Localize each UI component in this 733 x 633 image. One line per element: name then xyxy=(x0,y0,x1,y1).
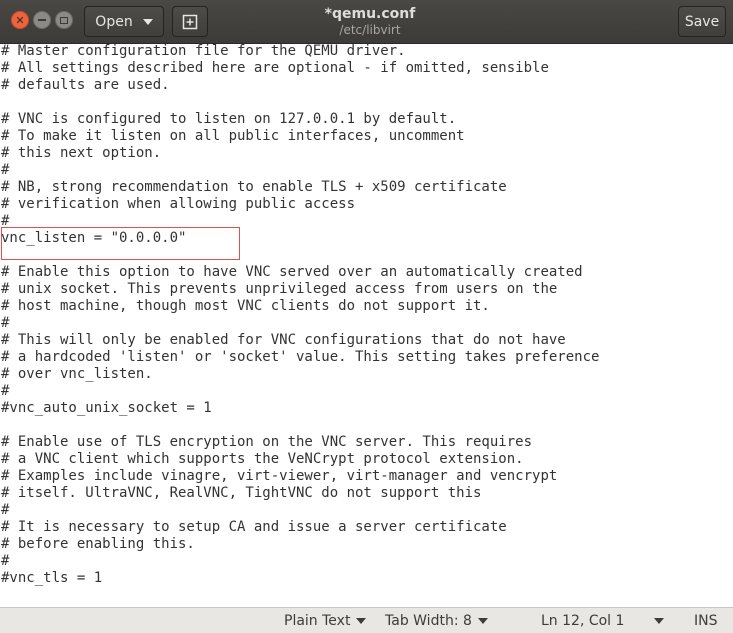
cursor-position-menu-button[interactable] xyxy=(654,608,664,633)
header-bar: ✕ Open *qemu.conf /etc/libvirt Save xyxy=(0,0,733,44)
minimize-window-button[interactable] xyxy=(33,11,51,29)
window-title: *qemu.conf xyxy=(324,6,416,22)
minimize-icon xyxy=(38,19,46,21)
editor-line: # before enabling this. xyxy=(1,536,195,552)
editor-line: # VNC is configured to listen on 127.0.0… xyxy=(1,111,457,127)
editor-line: # To make it listen on all public interf… xyxy=(1,128,465,144)
maximize-icon xyxy=(60,16,68,24)
window-title-area: *qemu.conf /etc/libvirt xyxy=(250,6,490,37)
editor-line: # unix socket. This prevents unprivilege… xyxy=(1,281,558,297)
editor-line: # All settings described here are option… xyxy=(1,60,549,76)
close-icon: ✕ xyxy=(15,13,25,27)
annotation-highlight-box xyxy=(1,227,240,260)
open-button-label: Open xyxy=(95,13,133,30)
chevron-down-icon xyxy=(654,618,664,624)
cursor-position[interactable]: Ln 12, Col 1 xyxy=(541,608,624,633)
editor-line: # itself. UltraVNC, RealVNC, TightVNC do… xyxy=(1,485,482,501)
save-button[interactable]: Save xyxy=(678,6,726,37)
tab-width-label: Tab Width: 8 xyxy=(385,613,472,629)
editor-line: # Examples include vinagre, virt-viewer,… xyxy=(1,468,558,484)
text-editor[interactable]: # Master configuration file for the QEMU… xyxy=(0,44,733,607)
editor-line: # xyxy=(1,162,10,178)
editor-line: # Master configuration file for the QEMU… xyxy=(1,44,406,59)
chevron-down-icon xyxy=(142,18,153,25)
editor-line: #vnc_tls = 1 xyxy=(1,570,103,586)
editor-line: # host machine, though most VNC clients … xyxy=(1,298,490,314)
editor-line: # Enable use of TLS encryption on the VN… xyxy=(1,434,533,450)
editor-line: #vnc_auto_unix_socket = 1 xyxy=(1,400,212,416)
chevron-down-icon xyxy=(477,618,488,624)
language-label: Plain Text xyxy=(284,613,351,629)
close-window-button[interactable]: ✕ xyxy=(11,11,29,29)
insert-mode-label: INS xyxy=(694,613,718,629)
language-selector[interactable]: Plain Text xyxy=(284,608,367,633)
editor-line: # defaults are used. xyxy=(1,77,170,93)
chevron-down-icon xyxy=(356,618,367,624)
editor-line: # Enable this option to have VNC served … xyxy=(1,264,583,280)
editor-line: # xyxy=(1,553,10,569)
window-subtitle: /etc/libvirt xyxy=(339,23,401,37)
editor-line: # xyxy=(1,315,10,331)
editor-line: # verification when allowing public acce… xyxy=(1,196,356,212)
tab-width-selector[interactable]: Tab Width: 8 xyxy=(385,608,488,633)
editor-line: # This will only be enabled for VNC conf… xyxy=(1,332,566,348)
editor-line: # a hardcoded 'listen' or 'socket' value… xyxy=(1,349,600,365)
insert-mode-indicator[interactable]: INS xyxy=(694,608,718,633)
editor-line: # xyxy=(1,502,10,518)
cursor-position-label: Ln 12, Col 1 xyxy=(541,613,625,629)
maximize-window-button[interactable] xyxy=(55,11,73,29)
editor-line: # this next option. xyxy=(1,145,162,161)
editor-line: # a VNC client which supports the VeNCry… xyxy=(1,451,524,467)
editor-line: # over vnc_listen. xyxy=(1,366,153,382)
editor-line: # It is necessary to setup CA and issue … xyxy=(1,519,507,535)
open-button[interactable]: Open xyxy=(84,6,164,37)
save-button-label: Save xyxy=(684,13,720,30)
editor-line: # xyxy=(1,383,10,399)
editor-line: # NB, strong recommendation to enable TL… xyxy=(1,179,507,195)
status-bar: Plain Text Tab Width: 8 Ln 12, Col 1 INS xyxy=(0,607,733,633)
new-tab-button[interactable] xyxy=(172,6,208,37)
new-tab-icon xyxy=(182,14,198,29)
